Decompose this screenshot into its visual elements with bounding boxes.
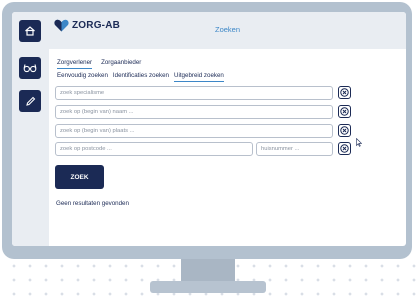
main-content: Zorgverlener Zorgaanbieder Eenvoudig zoe… xyxy=(53,49,406,246)
clear-postcode-button[interactable] xyxy=(338,142,351,155)
top-bar: ZORG-AB Zoeken xyxy=(49,12,406,49)
sidebar-item-search[interactable] xyxy=(19,57,41,79)
tab-zorgaanbieder[interactable]: Zorgaanbieder xyxy=(101,59,141,69)
monitor-stand-base xyxy=(150,281,266,293)
specialisme-input[interactable]: zoek specialisme xyxy=(55,86,333,100)
sidebar xyxy=(12,12,49,246)
tab-identificaties-zoeken[interactable]: Identificaties zoeken xyxy=(113,72,169,82)
primary-tabs: Zorgverlener Zorgaanbieder xyxy=(57,59,141,69)
postcode-input[interactable]: zoek op postcode ... xyxy=(55,142,253,156)
pencil-icon xyxy=(25,96,35,106)
close-circle-icon xyxy=(340,126,349,135)
results-message: Geen resultaten gevonden xyxy=(56,200,129,207)
mouse-cursor-icon xyxy=(356,138,362,147)
tab-eenvoudig-zoeken[interactable]: Eenvoudig zoeken xyxy=(57,72,108,82)
sidebar-item-home[interactable] xyxy=(19,20,41,42)
naam-input[interactable]: zoek op (begin van) naam ... xyxy=(55,105,333,119)
glasses-icon xyxy=(23,64,37,73)
clear-specialisme-button[interactable] xyxy=(338,86,351,99)
sidebar-item-edit[interactable] xyxy=(19,90,41,112)
clear-plaats-button[interactable] xyxy=(338,124,351,137)
search-button[interactable]: ZOEK xyxy=(55,165,104,189)
huisnummer-input[interactable]: huisnummer ... xyxy=(256,142,333,156)
page-title: Zoeken xyxy=(214,25,241,34)
secondary-tabs: Eenvoudig zoeken Identificaties zoeken U… xyxy=(57,72,224,82)
monitor-bezel: ZORG-AB Zoeken Zorgverlener Zorgaanbiede… xyxy=(2,2,412,259)
clear-naam-button[interactable] xyxy=(338,105,351,118)
app-screen: ZORG-AB Zoeken Zorgverlener Zorgaanbiede… xyxy=(12,12,406,246)
close-circle-icon xyxy=(340,88,349,97)
plaats-input[interactable]: zoek op (begin van) plaats ... xyxy=(55,124,333,138)
tab-uitgebreid-zoeken[interactable]: Uitgebreid zoeken xyxy=(174,72,224,82)
monitor-stand-neck xyxy=(181,255,235,283)
tab-zorgverlener[interactable]: Zorgverlener xyxy=(57,59,93,69)
home-icon xyxy=(25,26,35,36)
close-circle-icon xyxy=(340,107,349,116)
close-circle-icon xyxy=(340,144,349,153)
